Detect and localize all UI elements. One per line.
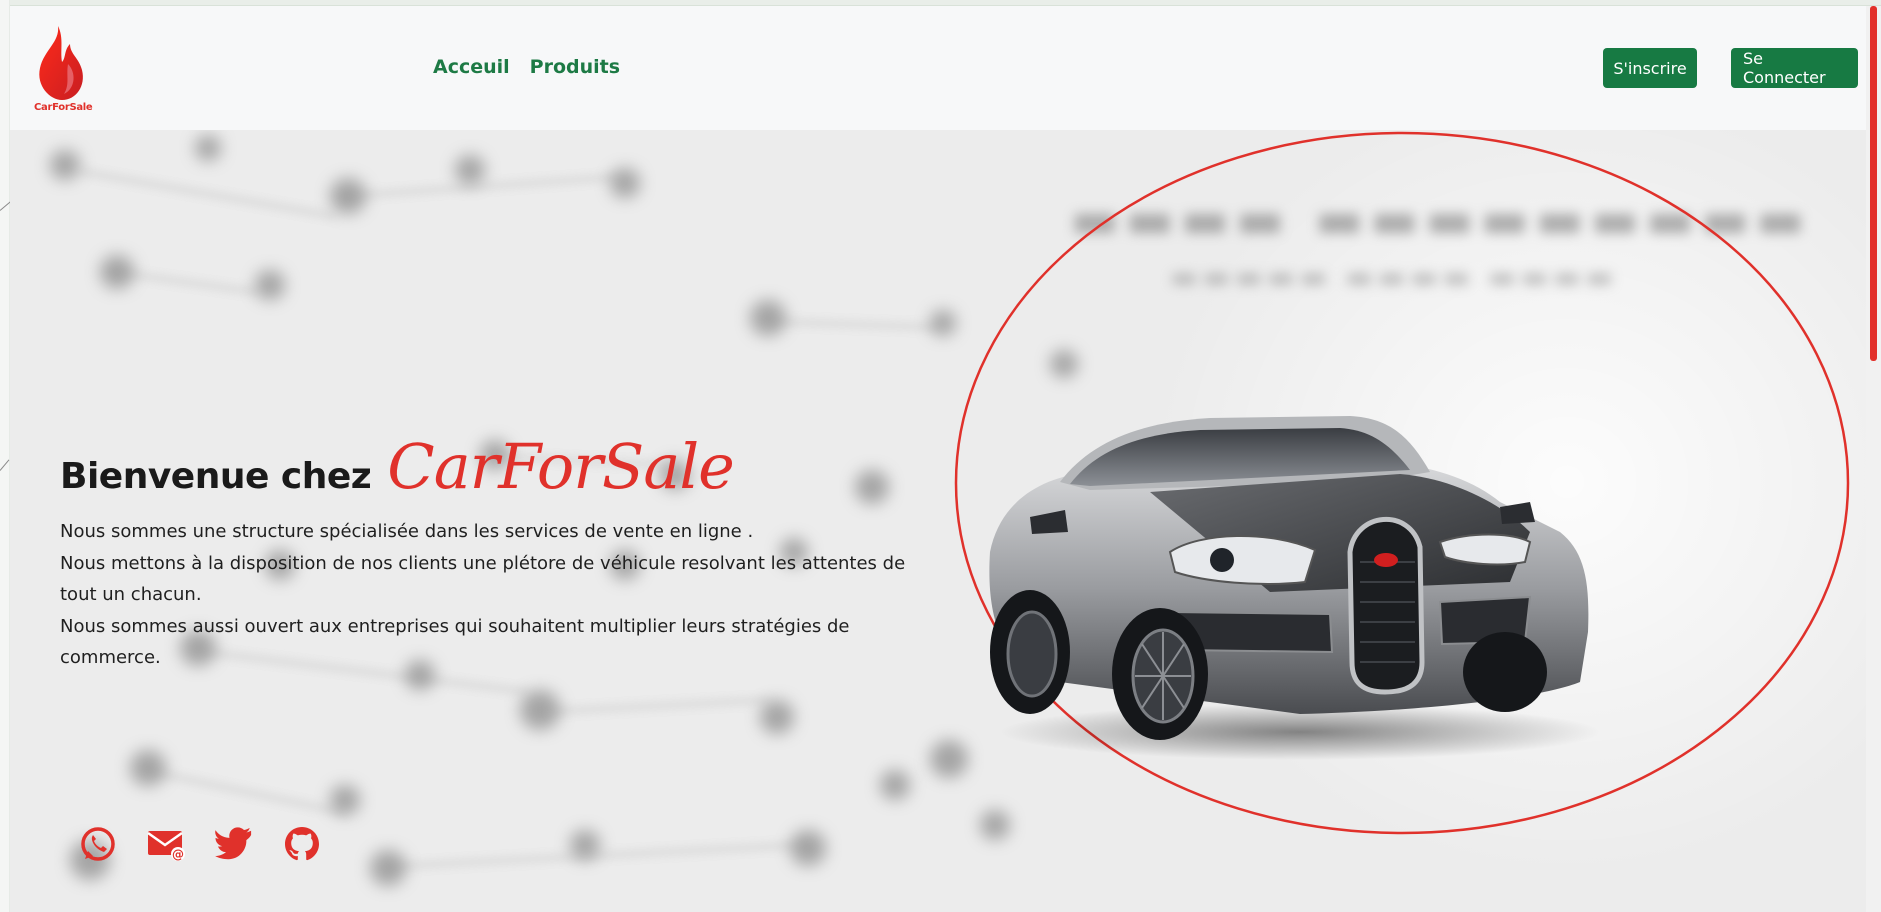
- hero-heading: Bienvenue chez CarForSale: [60, 430, 735, 503]
- social-links: @: [78, 824, 322, 864]
- navbar: CarForSale Acceuil Produits S'inscrire S…: [10, 6, 1872, 130]
- github-icon[interactable]: [282, 824, 322, 864]
- page: CarForSale Acceuil Produits S'inscrire S…: [10, 6, 1872, 912]
- hero-paragraph: Nous mettons à la disposition de nos cli…: [60, 552, 906, 606]
- hero-paragraph: Nous sommes une structure spécialisée da…: [60, 521, 754, 542]
- left-decorative-strip: [0, 0, 12, 912]
- nav-link-produits[interactable]: Produits: [530, 56, 620, 78]
- svg-text:@: @: [172, 848, 184, 862]
- scrollbar-thumb[interactable]: [1870, 6, 1877, 361]
- flame-logo-icon: [39, 26, 83, 100]
- nav-links: Acceuil Produits: [433, 56, 620, 78]
- nav-link-acceuil[interactable]: Acceuil: [433, 56, 510, 78]
- hero-description: Nous sommes une structure spécialisée da…: [60, 516, 920, 674]
- twitter-icon[interactable]: [214, 824, 254, 864]
- login-button[interactable]: Se Connecter: [1731, 48, 1858, 88]
- email-icon[interactable]: @: [146, 824, 186, 864]
- logo-text: CarForSale: [34, 102, 93, 113]
- whatsapp-icon[interactable]: [78, 824, 118, 864]
- signup-button[interactable]: S'inscrire: [1603, 48, 1697, 88]
- welcome-text: Bienvenue chez: [60, 456, 372, 497]
- car-image: [989, 416, 1600, 760]
- hero-paragraph: Nous sommes aussi ouvert aux entreprises…: [60, 615, 850, 669]
- brand-name: CarForSale: [387, 430, 735, 503]
- hero-section: Bienvenue chez CarForSale Nous sommes un…: [10, 130, 1872, 912]
